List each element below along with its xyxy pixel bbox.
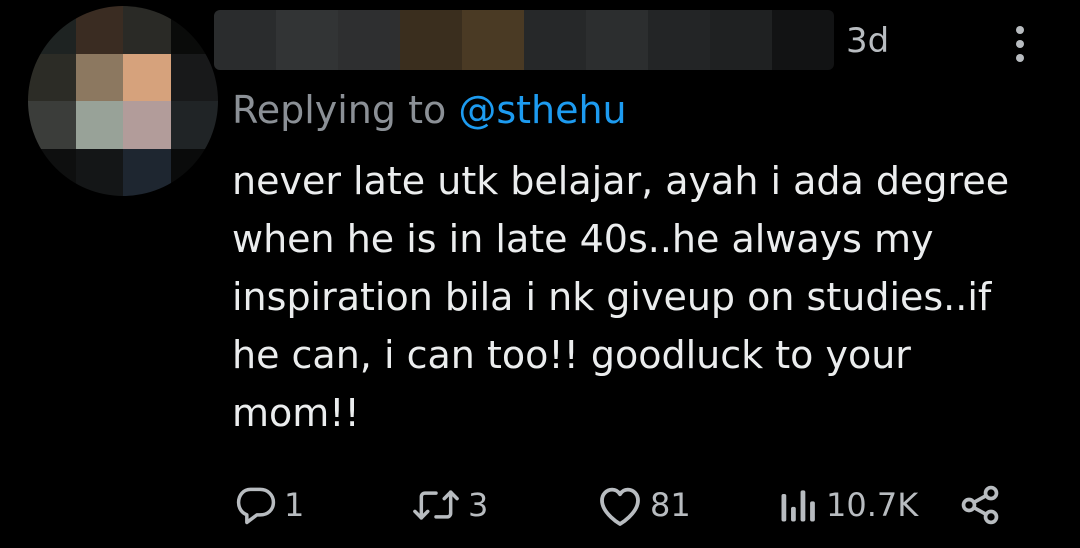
views-button[interactable]: 10.7K [776,480,918,530]
retweet-icon [413,490,459,520]
tweet: 3d Replying to @sthehu never late utk be… [0,0,1080,548]
retweet-button[interactable]: 3 [410,480,488,530]
tweet-text-line: when he is in late 40s..he always my [232,217,934,261]
action-bar: 1 3 81 10.7K [0,480,1080,530]
like-count: 81 [650,486,691,524]
tweet-text-line: never late utk belajar, ayah i ada degre… [232,159,1010,203]
reply-icon [236,487,276,525]
replying-prefix: Replying to [232,88,459,132]
replying-to: Replying to @sthehu [232,87,627,133]
tweet-text-line: he can, i can too!! goodluck to your [232,333,911,377]
username-blurred[interactable] [214,10,834,70]
views-icon [781,490,815,522]
reply-count: 1 [284,486,305,524]
retweet-count: 3 [468,486,489,524]
share-icon [961,485,999,525]
avatar[interactable] [28,6,218,196]
heart-icon [600,487,640,526]
share-button[interactable] [958,480,1002,530]
tweet-text: never late utk belajar, ayah i ada degre… [232,152,1052,442]
more-options-icon[interactable] [1006,22,1034,66]
timestamp[interactable]: 3d [846,24,889,58]
reply-button[interactable]: 1 [234,480,304,530]
like-button[interactable]: 81 [596,480,691,530]
tweet-text-line: mom!! [232,391,360,435]
tweet-text-line: inspiration bila i nk giveup on studies.… [232,275,992,319]
reply-handle-link[interactable]: @sthehu [458,88,626,132]
views-count: 10.7K [826,486,919,524]
